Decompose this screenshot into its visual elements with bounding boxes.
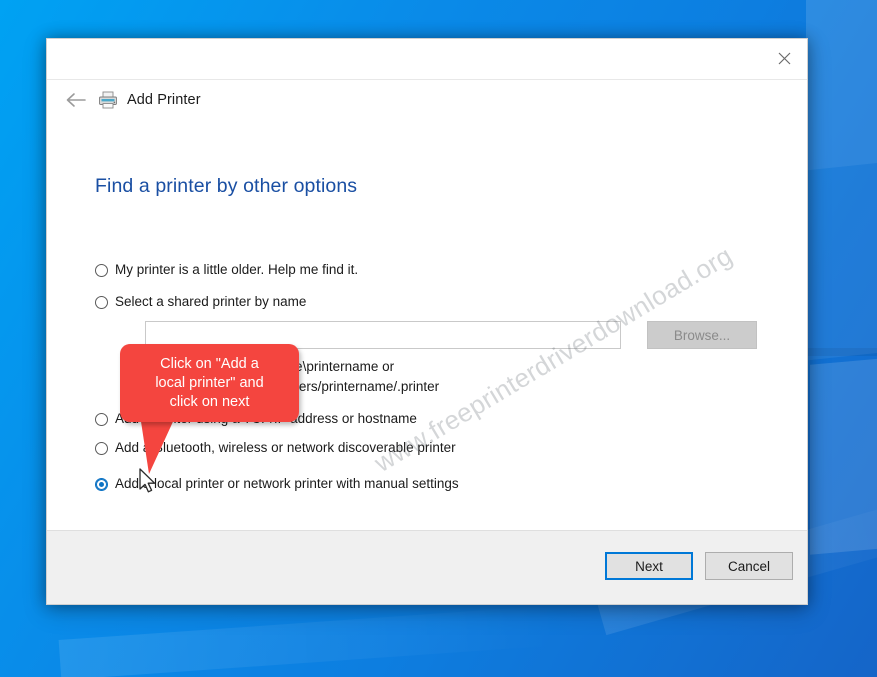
option-bluetooth-printer[interactable]: Add a Bluetooth, wireless or network dis… bbox=[95, 440, 785, 456]
radio-older-printer[interactable] bbox=[95, 264, 108, 277]
wallpaper-divider bbox=[806, 348, 877, 356]
printer-icon bbox=[97, 89, 119, 111]
next-button[interactable]: Next bbox=[605, 552, 693, 580]
dialog-titlebar bbox=[47, 39, 807, 80]
dialog-navbar: Add Printer bbox=[47, 80, 807, 120]
browse-button[interactable]: Browse... bbox=[647, 321, 757, 349]
dialog-title: Add Printer bbox=[127, 92, 201, 108]
option-shared-printer[interactable]: Select a shared printer by name bbox=[95, 294, 785, 310]
add-printer-dialog: Add Printer Find a printer by other opti… bbox=[46, 38, 808, 605]
option-local-printer[interactable]: Add a local printer or network printer w… bbox=[95, 476, 785, 492]
wallpaper-pane bbox=[806, 149, 877, 361]
option-label: My printer is a little older. Help me fi… bbox=[115, 262, 359, 277]
instruction-callout: Click on "Add a local printer" and click… bbox=[120, 344, 299, 422]
back-arrow-icon[interactable] bbox=[61, 85, 91, 115]
option-older-printer[interactable]: My printer is a little older. Help me fi… bbox=[95, 262, 785, 278]
option-label: Add a local printer or network printer w… bbox=[115, 476, 459, 491]
radio-local-printer[interactable] bbox=[95, 478, 108, 491]
callout-text: Click on "Add a local printer" and click… bbox=[155, 355, 264, 410]
radio-tcpip-printer[interactable] bbox=[95, 413, 108, 426]
page-title: Find a printer by other options bbox=[95, 175, 358, 197]
radio-shared-printer[interactable] bbox=[95, 296, 108, 309]
dialog-footer: Next Cancel bbox=[47, 530, 807, 604]
cancel-button[interactable]: Cancel bbox=[705, 552, 793, 580]
option-label: Add a Bluetooth, wireless or network dis… bbox=[115, 440, 456, 455]
footer-buttons: Next Cancel bbox=[605, 552, 793, 580]
option-label: Select a shared printer by name bbox=[115, 294, 307, 309]
wallpaper-streak bbox=[58, 605, 561, 677]
radio-bluetooth-printer[interactable] bbox=[95, 442, 108, 455]
wallpaper-pane bbox=[806, 0, 877, 171]
close-icon[interactable] bbox=[761, 39, 807, 78]
